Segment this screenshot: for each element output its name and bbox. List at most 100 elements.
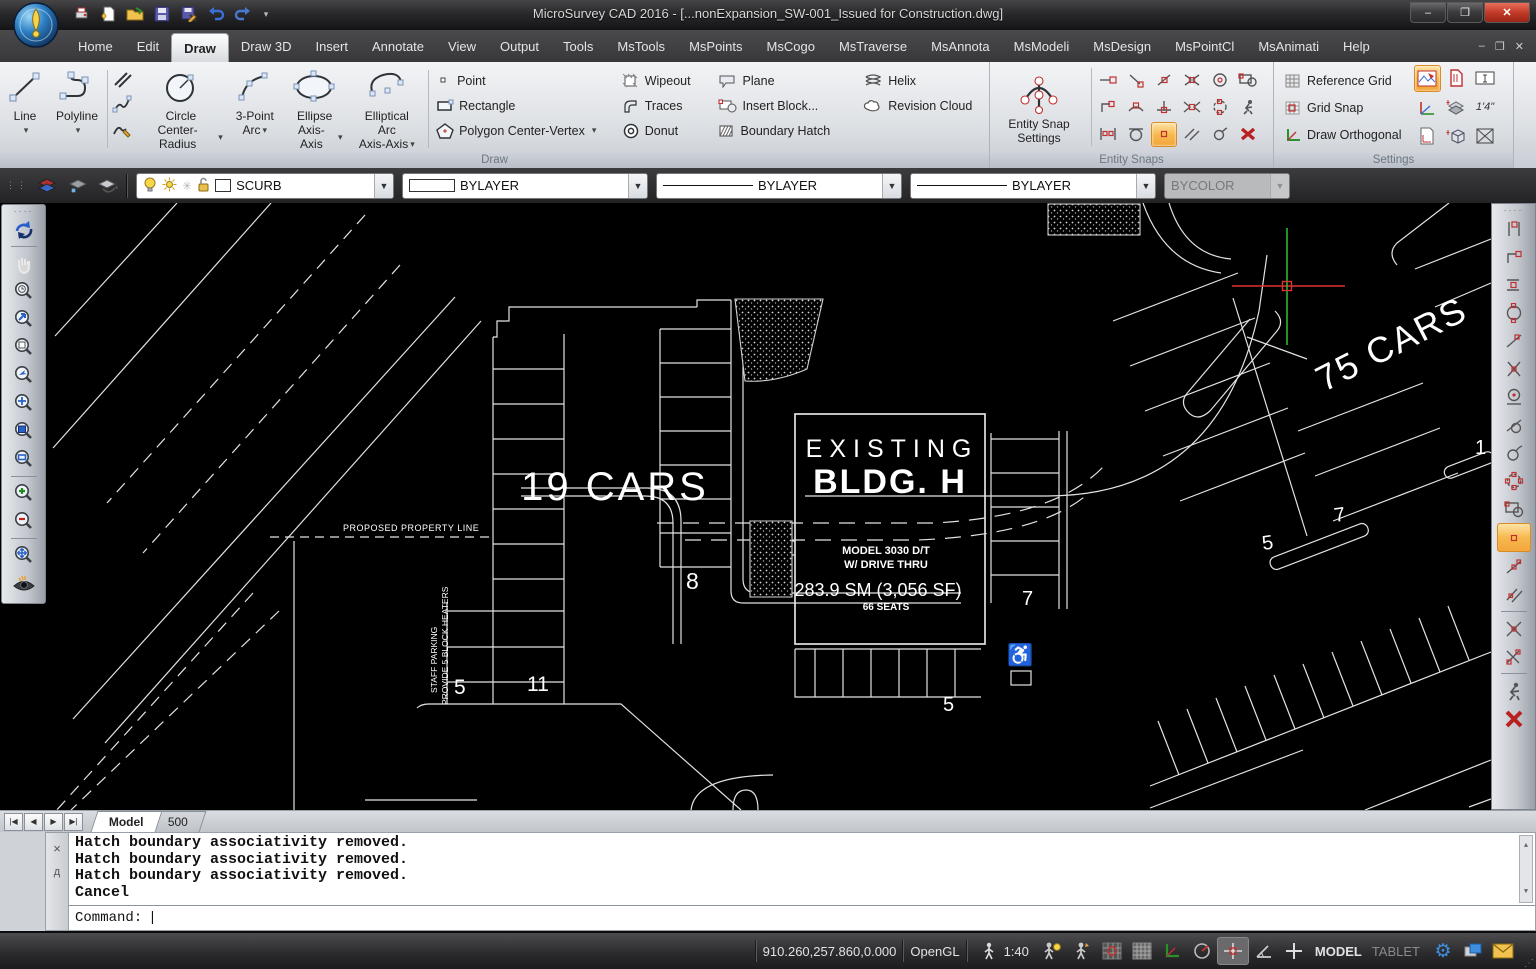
estrack-person-icon[interactable] <box>1067 938 1097 964</box>
first-sheet-button[interactable]: |◀ <box>4 813 23 831</box>
pan-hand-icon[interactable] <box>8 250 40 277</box>
dynamic-input-icon[interactable] <box>1279 938 1309 964</box>
snap-quadrant-icon[interactable] <box>1207 95 1233 120</box>
page-axis-icon[interactable] <box>1414 123 1441 150</box>
zoom-pointer-icon[interactable] <box>8 362 40 389</box>
tab-mspoints[interactable]: MsPoints <box>677 30 754 62</box>
feet-inches-icon[interactable]: 1'4" <box>1472 94 1499 121</box>
tab-annotate[interactable]: Annotate <box>360 30 436 62</box>
next-sheet-button[interactable]: ▶ <box>44 813 63 831</box>
text-frame-icon[interactable] <box>1472 65 1499 92</box>
snap-distance-icon[interactable] <box>1095 68 1121 93</box>
plane-button[interactable]: Plane <box>714 68 860 93</box>
tab-output[interactable]: Output <box>488 30 551 62</box>
zoom-extents-icon[interactable] <box>8 542 40 569</box>
snap-node-icon[interactable] <box>1207 122 1233 147</box>
circle-dropdown-icon[interactable]: ▾ <box>218 130 223 144</box>
bulb-on-icon[interactable] <box>143 177 157 195</box>
zoom-page-icon[interactable] <box>8 334 40 361</box>
traces-button[interactable]: Traces <box>618 93 714 118</box>
prev-sheet-button[interactable]: ◀ <box>24 813 43 831</box>
polygon-dropdown-icon[interactable]: ▾ <box>592 125 597 136</box>
layer-select[interactable]: ✳ SCURB ▼ <box>136 173 394 199</box>
snap-midpoint-icon[interactable] <box>1498 271 1530 298</box>
three-point-arc-dropdown-icon[interactable]: ▾ <box>263 123 268 137</box>
snap-nearest-line-icon[interactable] <box>1498 327 1530 354</box>
snap-clear-all-icon[interactable] <box>1235 122 1261 147</box>
command-pin-icon[interactable]: д <box>54 866 60 878</box>
polygon-button[interactable]: Polygon Center-Vertex▾ <box>432 118 618 143</box>
sketch-icon[interactable] <box>111 118 133 140</box>
revision-cloud-button[interactable]: Revision Cloud <box>859 93 989 118</box>
solid-display-icon[interactable] <box>1443 123 1470 150</box>
zoom-window-icon[interactable] <box>8 418 40 445</box>
view-refresh-icon[interactable] <box>8 216 40 243</box>
command-history[interactable]: Hatch boundary associativity removed. Ha… <box>69 833 1535 905</box>
snap-intersection-icon[interactable] <box>1498 615 1530 642</box>
boundary-hatch-button[interactable]: Boundary Hatch <box>714 118 860 143</box>
layer-states-icon[interactable] <box>96 175 118 197</box>
entity-track-angle-icon[interactable] <box>1249 938 1279 964</box>
view-eye-icon[interactable] <box>8 570 40 597</box>
ellipse-button[interactable]: Ellipse Axis-Axis▾ <box>281 64 349 151</box>
sun-on-icon[interactable] <box>162 177 177 195</box>
helix-button[interactable]: Helix <box>859 68 989 93</box>
snap-extended-intersection-icon[interactable] <box>1179 95 1205 120</box>
tab-draw[interactable]: Draw <box>171 33 229 62</box>
snap-parallel-icon[interactable] <box>1179 122 1205 147</box>
tab-insert[interactable]: Insert <box>303 30 360 62</box>
snap-insert-icon[interactable] <box>1498 495 1530 522</box>
close-button[interactable]: ✕ <box>1484 2 1530 23</box>
minimize-button[interactable]: – <box>1410 2 1446 23</box>
snap-dynamic-icon[interactable] <box>1235 95 1261 120</box>
zoom-selected-icon[interactable] <box>8 446 40 473</box>
snap-center-icon[interactable] <box>1498 383 1530 410</box>
grid-display-icon[interactable] <box>1127 938 1157 964</box>
snap-intersection-icon[interactable] <box>1179 68 1205 93</box>
grid-snap-toggle[interactable]: Grid Snap <box>1280 96 1406 121</box>
settings-gear-icon[interactable]: ⚙ <box>1428 938 1458 964</box>
polyline-button[interactable]: Polyline ▾ <box>50 64 104 137</box>
tab-tools[interactable]: Tools <box>551 30 605 62</box>
command-scrollbar[interactable]: ▲ ▼ <box>1519 835 1533 903</box>
tab-view[interactable]: View <box>436 30 488 62</box>
snap-dynamic-icon[interactable] <box>1498 677 1530 704</box>
snap-perpendicular-icon[interactable] <box>1151 95 1177 120</box>
esnap-person-icon[interactable] <box>1037 938 1067 964</box>
tab-home[interactable]: Home <box>66 30 125 62</box>
snap-arc-midpoint-icon[interactable] <box>1123 95 1149 120</box>
tab-help[interactable]: Help <box>1331 30 1382 62</box>
snap-perpendicular-icon[interactable] <box>1498 355 1530 382</box>
tab-mstools[interactable]: MsTools <box>605 30 677 62</box>
snap-parallel-icon[interactable] <box>1498 581 1530 608</box>
toolbar-grip[interactable]: ⋮⋮ <box>6 182 28 189</box>
snap-tangent-icon[interactable] <box>1123 122 1149 147</box>
coordinates-readout[interactable]: 910.260,257.860,0.000 <box>763 944 897 959</box>
model-space-toggle[interactable]: MODEL <box>1315 944 1362 959</box>
linetype-select[interactable]: BYLAYER ▼ <box>656 173 902 199</box>
image-frame-icon[interactable] <box>1414 65 1441 92</box>
color-dropdown-icon[interactable]: ▼ <box>628 174 647 198</box>
insert-block-button[interactable]: Insert Block... <box>714 93 860 118</box>
tab-edit[interactable]: Edit <box>125 30 171 62</box>
zoom-in-icon[interactable] <box>8 480 40 507</box>
snap-node-active-icon[interactable] <box>1497 523 1531 552</box>
app-logo-icon[interactable] <box>12 1 60 54</box>
zoom-previous-icon[interactable] <box>8 278 40 305</box>
wipeout-button[interactable]: Wipeout <box>618 68 714 93</box>
lineweight-select[interactable]: BYLAYER ▼ <box>910 173 1156 199</box>
polyline-dropdown-icon[interactable]: ▾ <box>76 123 81 137</box>
no-fill-box-icon[interactable] <box>1472 123 1499 150</box>
elevation-planes-icon[interactable] <box>1443 94 1470 121</box>
tab-msmodeli[interactable]: MsModeli <box>1002 30 1082 62</box>
snap-clear-all-icon[interactable] <box>1498 705 1530 732</box>
tab-msanimati[interactable]: MsAnimati <box>1246 30 1331 62</box>
draw-orthogonal-toggle[interactable]: Draw Orthogonal <box>1280 123 1406 148</box>
line-dropdown-icon[interactable]: ▾ <box>24 123 29 137</box>
drawing-area[interactable]: 19 CARS 75 CARS EXISTING BLDG. H MODEL 3… <box>0 203 1536 810</box>
lock-open-icon[interactable] <box>197 177 210 195</box>
snap-node-tail-icon[interactable] <box>1498 439 1530 466</box>
snap-quadrant-icon[interactable] <box>1498 467 1530 494</box>
tab-draw3d[interactable]: Draw 3D <box>229 30 304 62</box>
snap-between-points-icon[interactable] <box>1095 122 1121 147</box>
